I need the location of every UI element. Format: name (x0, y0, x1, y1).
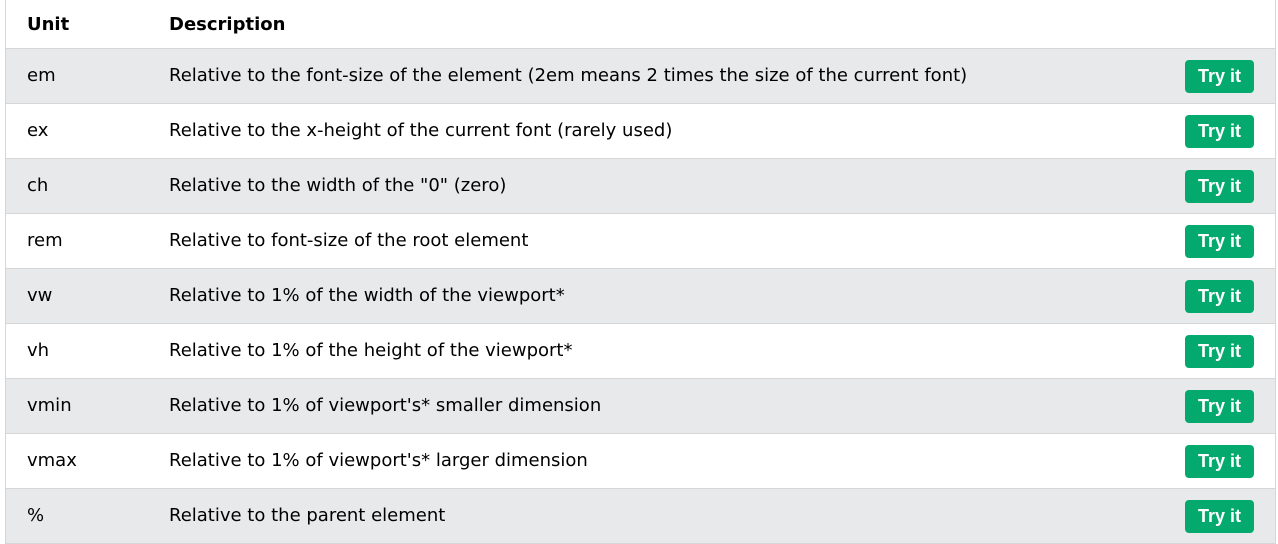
description-cell: Relative to the x-height of the current … (169, 103, 1185, 159)
action-cell: Try it (1185, 433, 1276, 489)
description-cell: Relative to font-size of the root elemen… (169, 213, 1185, 269)
try-it-button[interactable]: Try it (1185, 334, 1254, 368)
table-header-row: Unit Description (5, 0, 1276, 49)
action-cell: Try it (1185, 323, 1276, 379)
table-row: vh Relative to 1% of the height of the v… (5, 323, 1276, 379)
unit-cell: rem (5, 213, 169, 269)
table-row: em Relative to the font-size of the elem… (5, 48, 1276, 104)
action-cell: Try it (1185, 378, 1276, 434)
description-cell: Relative to 1% of the height of the view… (169, 323, 1185, 379)
try-it-button[interactable]: Try it (1185, 279, 1254, 313)
table-row: ch Relative to the width of the "0" (zer… (5, 158, 1276, 214)
unit-cell: vmax (5, 433, 169, 489)
unit-cell: vw (5, 268, 169, 324)
description-column-header: Description (169, 0, 1185, 49)
unit-cell: ex (5, 103, 169, 159)
try-it-button[interactable]: Try it (1185, 114, 1254, 148)
try-it-button[interactable]: Try it (1185, 224, 1254, 258)
try-it-button[interactable]: Try it (1185, 169, 1254, 203)
unit-column-header: Unit (5, 0, 169, 49)
description-cell: Relative to the width of the "0" (zero) (169, 158, 1185, 214)
unit-cell: ch (5, 158, 169, 214)
try-it-button[interactable]: Try it (1185, 444, 1254, 478)
try-it-button[interactable]: Try it (1185, 499, 1254, 533)
description-cell: Relative to 1% of viewport's* smaller di… (169, 378, 1185, 434)
unit-cell: em (5, 48, 169, 104)
table-row: vw Relative to 1% of the width of the vi… (5, 268, 1276, 324)
description-cell: Relative to the parent element (169, 488, 1185, 544)
action-cell: Try it (1185, 213, 1276, 269)
description-cell: Relative to 1% of the width of the viewp… (169, 268, 1185, 324)
table-row: vmin Relative to 1% of viewport's* small… (5, 378, 1276, 434)
css-units-table: Unit Description em Relative to the font… (5, 0, 1276, 544)
table-row: % Relative to the parent element Try it (5, 488, 1276, 544)
action-cell: Try it (1185, 158, 1276, 214)
action-cell: Try it (1185, 103, 1276, 159)
try-it-button[interactable]: Try it (1185, 389, 1254, 423)
description-cell: Relative to 1% of viewport's* larger dim… (169, 433, 1185, 489)
table-row: vmax Relative to 1% of viewport's* large… (5, 433, 1276, 489)
table-row: rem Relative to font-size of the root el… (5, 213, 1276, 269)
try-it-button[interactable]: Try it (1185, 59, 1254, 93)
action-cell: Try it (1185, 488, 1276, 544)
action-cell: Try it (1185, 268, 1276, 324)
table-row: ex Relative to the x-height of the curre… (5, 103, 1276, 159)
description-cell: Relative to the font-size of the element… (169, 48, 1185, 104)
action-cell: Try it (1185, 48, 1276, 104)
unit-cell: vh (5, 323, 169, 379)
action-column-header (1185, 0, 1276, 49)
unit-cell: vmin (5, 378, 169, 434)
unit-cell: % (5, 488, 169, 544)
